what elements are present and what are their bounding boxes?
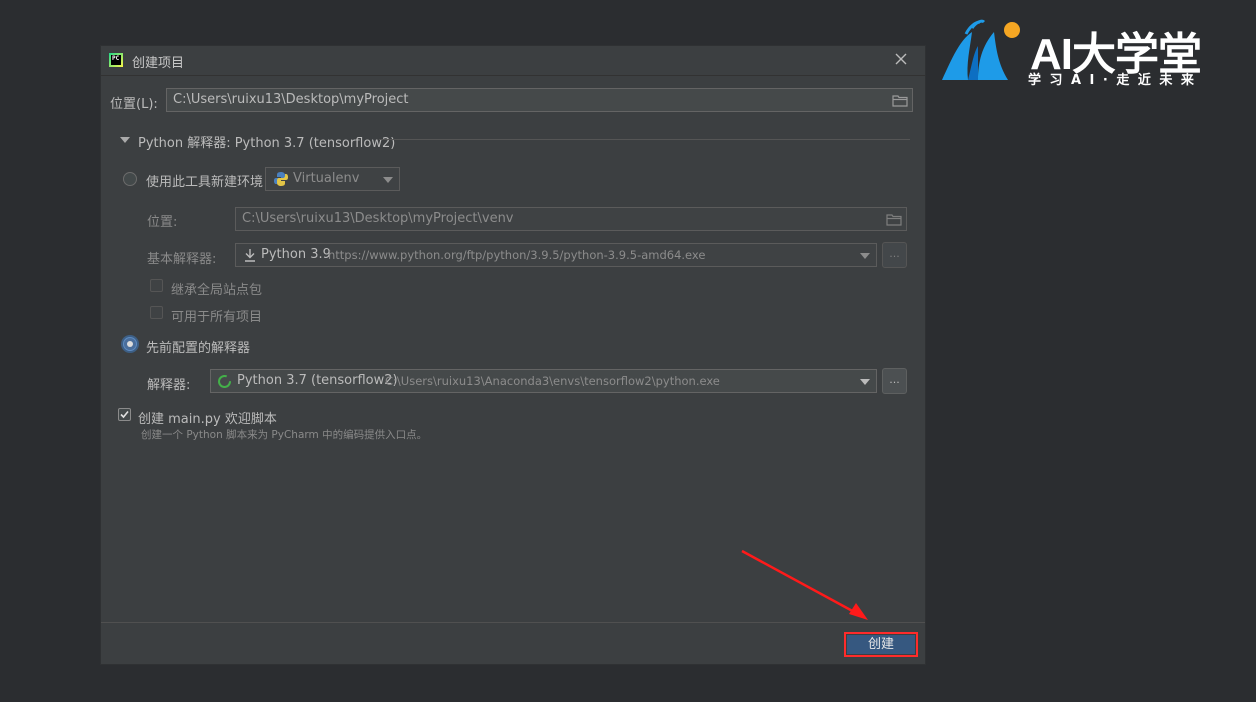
create-main-py-label: 创建 main.py 欢迎脚本: [138, 412, 277, 427]
create-project-dialog: PC 创建项目 位置(L): C:\Users\ruixu13\Desktop\…: [101, 46, 925, 664]
new-env-radio[interactable]: [123, 172, 137, 186]
chevron-down-icon: [860, 379, 870, 385]
folder-icon[interactable]: [886, 212, 902, 226]
inherit-packages-label: 继承全局站点包: [171, 283, 263, 298]
all-projects-checkbox[interactable]: [150, 306, 163, 319]
create-main-py-checkbox[interactable]: [118, 408, 131, 421]
dialog-title: 创建项目: [132, 56, 185, 71]
chevron-down-icon: [383, 177, 393, 183]
env-tool-value: Virtualenv: [293, 171, 360, 186]
project-location-value: C:\Users\ruixu13\Desktop\myProject: [173, 92, 409, 107]
base-interpreter-name: Python 3.9: [261, 247, 331, 262]
interpreter-section-header[interactable]: Python 解释器: Python 3.7 (tensorflow2): [138, 132, 395, 151]
checkmark-icon: [120, 410, 129, 419]
python-icon: [274, 172, 288, 186]
dialog-titlebar: PC 创建项目: [101, 46, 925, 76]
project-location-field[interactable]: C:\Users\ruixu13\Desktop\myProject: [166, 88, 913, 112]
base-interpreter-label: 基本解释器:: [147, 252, 217, 267]
logo-mark-icon: [942, 19, 1020, 80]
location-label: 位置(L):: [110, 97, 158, 112]
create-button[interactable]: 创建: [844, 632, 918, 657]
create-button-label: 创建: [847, 635, 915, 654]
create-main-py-hint: 创建一个 Python 脚本来为 PyCharm 中的编码提供入口点。: [141, 429, 428, 441]
folder-icon[interactable]: [892, 93, 908, 107]
base-interpreter-select[interactable]: Python 3.9 https://www.python.org/ftp/py…: [235, 243, 877, 267]
interpreter-browse-button[interactable]: ...: [882, 368, 907, 394]
base-interpreter-url: https://www.python.org/ftp/python/3.9.5/…: [328, 248, 706, 262]
base-interpreter-browse-button[interactable]: ...: [882, 242, 907, 268]
download-icon: [245, 249, 255, 262]
conda-spinner-icon: [218, 375, 231, 388]
footer-divider: [101, 622, 925, 623]
interpreter-select[interactable]: Python 3.7 (tensorflow2) C:\Users\ruixu1…: [210, 369, 877, 393]
pycharm-app-icon: PC: [109, 53, 123, 67]
venv-location-field[interactable]: C:\Users\ruixu13\Desktop\myProject\venv: [235, 207, 907, 231]
venv-location-label: 位置:: [147, 215, 178, 230]
inherit-packages-checkbox[interactable]: [150, 279, 163, 292]
existing-interpreter-label: 先前配置的解释器: [146, 341, 251, 356]
section-divider: [379, 139, 910, 140]
interpreter-path: C:\Users\ruixu13\Anaconda3\envs\tensorfl…: [385, 374, 720, 388]
close-icon[interactable]: [893, 51, 909, 67]
env-tool-select[interactable]: Virtualenv: [265, 167, 400, 191]
new-env-label: 使用此工具新建环境: [146, 175, 264, 190]
interpreter-label: 解释器:: [147, 378, 191, 393]
all-projects-label: 可用于所有项目: [171, 310, 263, 325]
venv-location-value: C:\Users\ruixu13\Desktop\myProject\venv: [242, 211, 514, 226]
collapse-triangle-icon[interactable]: [120, 137, 130, 143]
logo-subtitle: 学习AI·走近未来: [1028, 73, 1203, 88]
chevron-down-icon: [860, 253, 870, 259]
brand-logo: AI大学堂 学习AI·走近未来: [938, 18, 1234, 88]
existing-interpreter-radio[interactable]: [123, 337, 137, 351]
interpreter-name: Python 3.7 (tensorflow2): [237, 373, 398, 388]
